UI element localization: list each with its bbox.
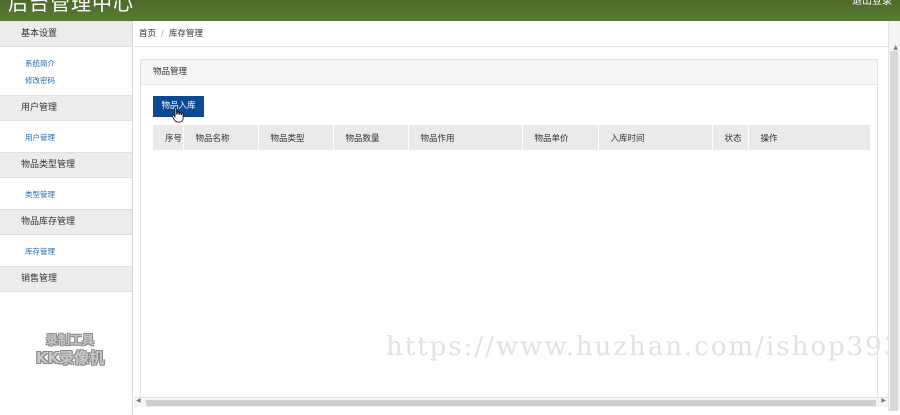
col-header-index: 序号 <box>153 125 184 150</box>
sidebar-item-types[interactable]: 类型管理 <box>25 186 132 203</box>
hand-cursor-icon <box>171 107 184 123</box>
col-header-type: 物品类型 <box>258 125 334 150</box>
breadcrumb-current: 库存管理 <box>168 29 203 39</box>
horizontal-scrollbar[interactable]: ◀ ▶ <box>134 397 888 407</box>
scroll-right-icon[interactable]: ▶ <box>881 397 886 404</box>
inventory-table: 序号 物品名称 物品类型 物品数量 物品作用 物品单价 入库时间 状态 操作 <box>153 125 871 172</box>
table-cell-empty <box>153 150 871 172</box>
col-header-actions: 操作 <box>748 125 871 150</box>
table-row-empty <box>153 150 871 172</box>
recording-tool-watermark: 录制工具 KK录像机 <box>20 333 120 368</box>
col-header-price: 物品单价 <box>522 125 599 150</box>
sidebar-group-body-inventory-management: 库存管理 <box>0 235 132 266</box>
col-header-name: 物品名称 <box>183 125 259 150</box>
sidebar-group-sales-management[interactable]: 销售管理 <box>0 266 132 292</box>
sidebar-item-inventory[interactable]: 库存管理 <box>25 243 132 260</box>
col-header-quantity: 物品数量 <box>333 125 409 150</box>
breadcrumb: 首页 / 库存管理 <box>134 21 900 47</box>
sidebar-group-basic-settings[interactable]: 基本设置 <box>0 21 132 47</box>
breadcrumb-home[interactable]: 首页 <box>139 29 156 39</box>
panel-title: 物品管理 <box>141 60 877 85</box>
app-title: 后台管理中心 <box>8 0 134 15</box>
sidebar-group-body-item-type-management: 类型管理 <box>0 178 132 209</box>
url-watermark: https://www.huzhan.com/ishop39397 <box>386 332 900 362</box>
vertical-scroll-thumb[interactable] <box>890 51 898 411</box>
scroll-left-icon[interactable]: ◀ <box>136 397 141 404</box>
table-header-row: 序号 物品名称 物品类型 物品数量 物品作用 物品单价 入库时间 状态 操作 <box>153 125 871 150</box>
sidebar-group-inventory-management[interactable]: 物品库存管理 <box>0 209 132 235</box>
sidebar-item-users[interactable]: 用户管理 <box>25 129 132 146</box>
scroll-up-icon[interactable]: ▲ <box>893 44 898 51</box>
sidebar-item-change-password[interactable]: 修改密码 <box>25 72 132 89</box>
sidebar-group-item-type-management[interactable]: 物品类型管理 <box>0 152 132 178</box>
logout-link[interactable]: 退出登录 <box>852 0 892 8</box>
breadcrumb-separator: / <box>161 29 164 39</box>
horizontal-scroll-thumb[interactable] <box>146 400 876 406</box>
sidebar-group-user-management[interactable]: 用户管理 <box>0 95 132 121</box>
sidebar-item-system-intro[interactable]: 系统简介 <box>25 55 132 72</box>
col-header-stock-in-time: 入库时间 <box>598 125 713 150</box>
watermark-line-2: KK录像机 <box>35 349 105 367</box>
col-header-usage: 物品作用 <box>408 125 523 150</box>
top-header-bar: 后台管理中心 退出登录 <box>0 0 900 21</box>
sidebar-group-body-user-management: 用户管理 <box>0 121 132 152</box>
watermark-line-1: 录制工具 <box>45 333 94 347</box>
vertical-scrollbar[interactable]: ▲ ▼ <box>888 21 900 411</box>
col-header-status: 状态 <box>712 125 749 150</box>
sidebar-group-body-basic-settings: 系统简介 修改密码 <box>0 47 132 95</box>
